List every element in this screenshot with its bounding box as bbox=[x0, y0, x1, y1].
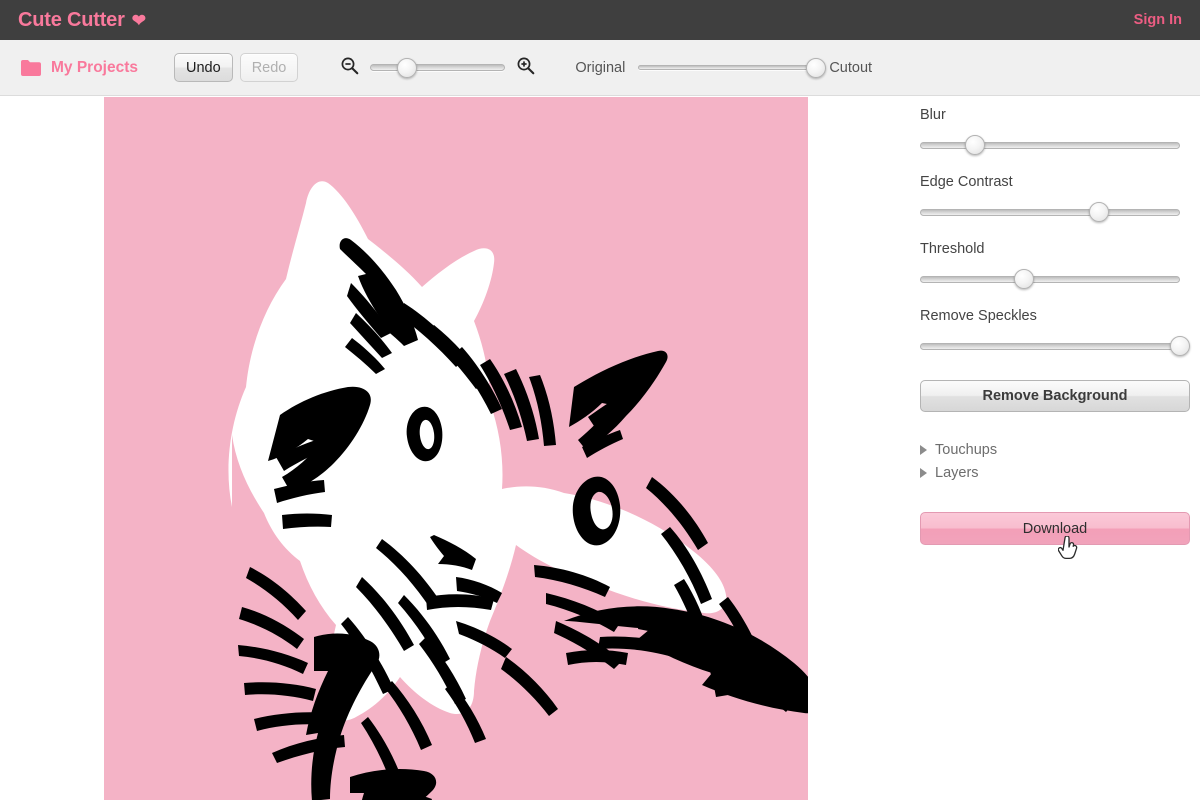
zoom-out-icon[interactable] bbox=[340, 56, 359, 80]
threshold-slider-thumb[interactable] bbox=[1014, 269, 1034, 289]
accordion-layers[interactable]: Layers bbox=[920, 465, 1180, 481]
download-button[interactable]: Download bbox=[920, 512, 1190, 545]
chevron-right-icon bbox=[920, 445, 927, 455]
zoom-slider-thumb[interactable] bbox=[396, 57, 417, 78]
controls-panel: Blur Edge Contrast Threshold Remove Spec… bbox=[900, 97, 1200, 800]
blend-slider[interactable] bbox=[638, 57, 827, 78]
app-header: Cute Cutter ❤ Sign In bbox=[0, 0, 1200, 40]
edge-contrast-slider-thumb[interactable] bbox=[1089, 202, 1110, 222]
accordion-sections: Touchups Layers bbox=[920, 442, 1180, 481]
remove-speckles-slider-track bbox=[920, 342, 1180, 350]
toolbar: My Projects Undo Redo Original Cutout bbox=[0, 40, 1200, 96]
brand-title: Cute Cutter bbox=[18, 8, 125, 31]
zoom-in-icon[interactable] bbox=[516, 56, 535, 80]
accordion-touchups-label: Touchups bbox=[935, 442, 998, 458]
control-threshold-label: Threshold bbox=[920, 241, 985, 257]
blend-left-label: Original bbox=[575, 59, 626, 76]
heart-icon: ❤ bbox=[131, 10, 146, 30]
sign-in-link[interactable]: Sign In bbox=[1134, 12, 1182, 28]
zoom-slider-track bbox=[370, 64, 506, 71]
control-blur-label: Blur bbox=[920, 107, 946, 123]
zoom-control-group bbox=[340, 56, 535, 80]
control-remove-speckles: Remove Speckles bbox=[920, 308, 1190, 356]
image-canvas[interactable] bbox=[104, 97, 808, 800]
edge-contrast-slider-track bbox=[920, 208, 1180, 216]
blend-control-group: Original Cutout bbox=[575, 57, 873, 78]
control-edge-contrast-label: Edge Contrast bbox=[920, 174, 1013, 190]
undo-redo-group: Undo Redo bbox=[174, 53, 299, 82]
blend-slider-thumb[interactable] bbox=[806, 57, 827, 78]
accordion-layers-label: Layers bbox=[935, 465, 979, 481]
edge-contrast-slider[interactable] bbox=[920, 202, 1180, 222]
app-brand: Cute Cutter ❤ bbox=[18, 9, 146, 32]
accordion-touchups[interactable]: Touchups bbox=[920, 442, 1180, 458]
blur-slider[interactable] bbox=[920, 135, 1180, 155]
zoom-slider[interactable] bbox=[370, 57, 506, 78]
blur-slider-track bbox=[920, 141, 1180, 149]
undo-button[interactable]: Undo bbox=[174, 53, 233, 82]
remove-speckles-slider-thumb[interactable] bbox=[1170, 336, 1190, 356]
redo-button[interactable]: Redo bbox=[239, 53, 299, 82]
my-projects-button[interactable]: My Projects bbox=[20, 59, 138, 77]
threshold-slider[interactable] bbox=[920, 269, 1180, 289]
control-edge-contrast: Edge Contrast bbox=[920, 174, 1180, 222]
chevron-right-icon bbox=[920, 468, 927, 478]
threshold-slider-track bbox=[920, 275, 1180, 283]
blur-slider-thumb[interactable] bbox=[964, 135, 985, 155]
remove-background-button[interactable]: Remove Background bbox=[920, 380, 1190, 412]
folder-icon bbox=[20, 59, 42, 76]
remove-speckles-slider[interactable] bbox=[920, 336, 1190, 356]
control-blur: Blur bbox=[920, 107, 1180, 155]
my-projects-label: My Projects bbox=[51, 58, 139, 76]
canvas-stage bbox=[0, 97, 900, 800]
blend-right-label: Cutout bbox=[829, 59, 873, 76]
control-remove-speckles-label: Remove Speckles bbox=[920, 308, 1037, 324]
blend-slider-track bbox=[638, 65, 817, 70]
cat-stencil-artwork bbox=[228, 181, 808, 800]
control-threshold: Threshold bbox=[920, 241, 1180, 289]
